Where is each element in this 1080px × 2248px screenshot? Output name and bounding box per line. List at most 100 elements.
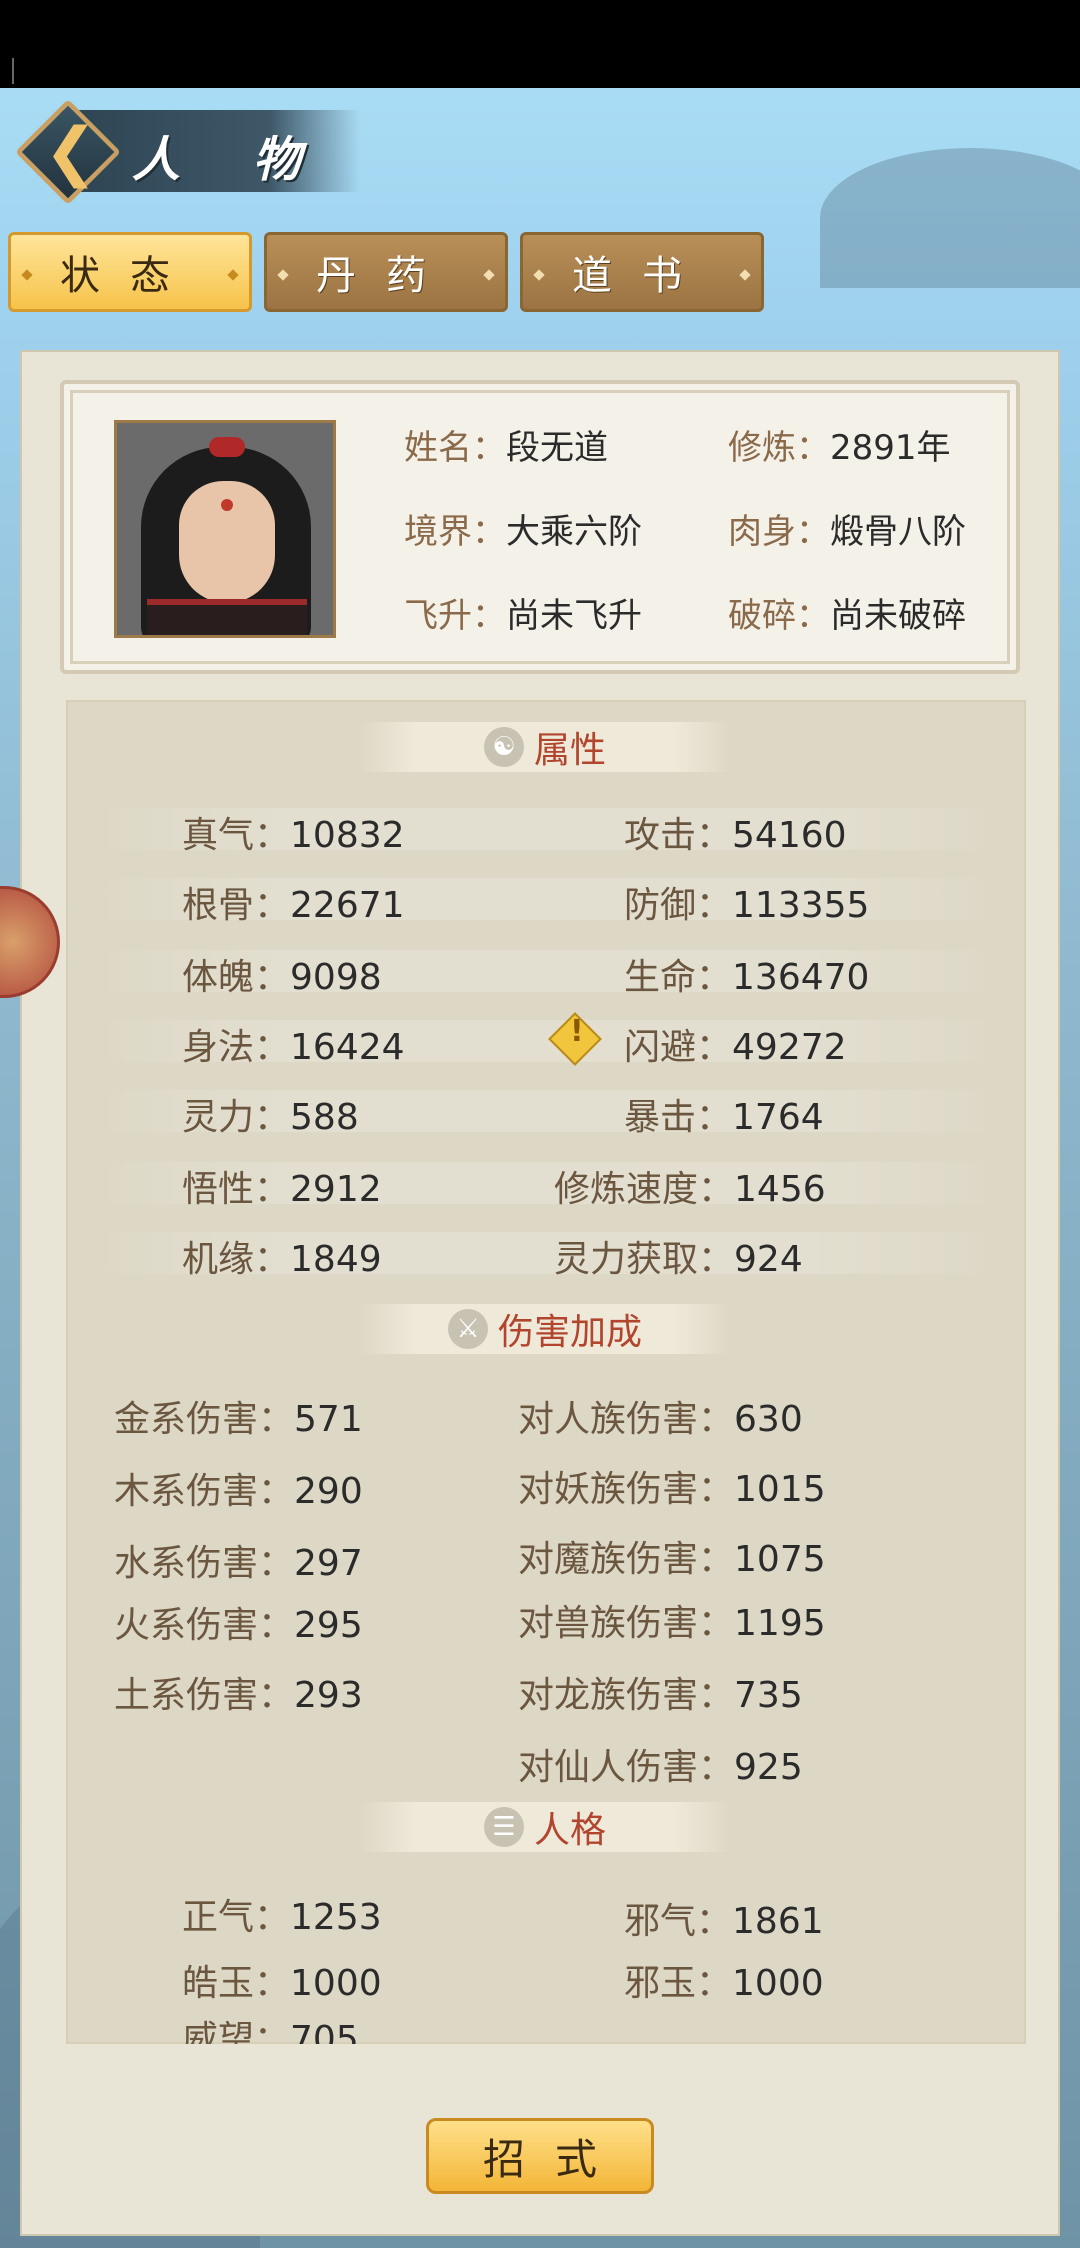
stat-shenfa: 身法：16424 bbox=[182, 1018, 405, 1070]
stat-value: 588 bbox=[290, 1097, 359, 1138]
stat-label: 对妖族伤害： bbox=[518, 1469, 735, 1510]
tab-label: 状态 bbox=[60, 253, 200, 299]
stat-label: 根骨： bbox=[182, 885, 291, 926]
stat-label: 对兽族伤害： bbox=[518, 1603, 735, 1644]
damage-earth: 土系伤害：293 bbox=[114, 1666, 363, 1718]
stat-label: 悟性： bbox=[182, 1169, 291, 1210]
scroll-icon: ☰ bbox=[483, 1807, 524, 1847]
stat-value: 924 bbox=[734, 1239, 803, 1280]
trait-haoyu: 皓玉：1000 bbox=[182, 1954, 382, 2006]
stat-attack: 攻击：54160 bbox=[624, 806, 847, 858]
stat-label: 皓玉： bbox=[182, 1963, 291, 2004]
stat-label: 对魔族伤害： bbox=[518, 1539, 735, 1580]
trait-prestige: 威望：705 bbox=[182, 2010, 359, 2044]
stat-defense: 防御：113355 bbox=[624, 876, 869, 928]
tab-ornament bbox=[21, 269, 33, 281]
stat-value: 705 bbox=[290, 2019, 359, 2044]
stat-label: 攻击： bbox=[624, 815, 733, 856]
tab-ornament bbox=[227, 269, 239, 281]
info-ascension: 飞升：尚未飞升 bbox=[404, 588, 642, 637]
portrait-forehead-mark bbox=[221, 499, 233, 511]
stat-value: 16424 bbox=[290, 1027, 405, 1068]
info-value: 2891年 bbox=[830, 428, 951, 468]
stat-label: 土系伤害： bbox=[114, 1675, 295, 1716]
stat-value: 22671 bbox=[290, 885, 405, 926]
stat-value: 54160 bbox=[732, 815, 847, 856]
info-value: 段无道 bbox=[506, 428, 608, 468]
stat-value: 1456 bbox=[734, 1169, 826, 1210]
trait-xieyu: 邪玉：1000 bbox=[624, 1954, 824, 2006]
stat-dodge: 闪避：49272 bbox=[624, 1018, 847, 1070]
info-label: 修炼： bbox=[728, 428, 830, 468]
info-value: 尚未破碎 bbox=[830, 596, 966, 636]
info-label: 飞升： bbox=[404, 596, 506, 636]
stat-label: 灵力获取： bbox=[554, 1239, 735, 1280]
tab-status[interactable]: 状态 bbox=[8, 232, 252, 312]
stat-value: 571 bbox=[294, 1399, 363, 1440]
stat-value: 925 bbox=[734, 1747, 803, 1788]
stat-value: 1015 bbox=[734, 1469, 826, 1510]
stat-wuxing: 悟性：2912 bbox=[182, 1160, 382, 1212]
stat-label: 对人族伤害： bbox=[518, 1399, 735, 1440]
tab-ornament bbox=[533, 269, 545, 281]
stat-tipo: 体魄：9098 bbox=[182, 948, 382, 1000]
trait-righteous: 正气：1253 bbox=[182, 1888, 382, 1940]
stat-value: 297 bbox=[294, 1543, 363, 1584]
tab-ornament bbox=[277, 269, 289, 281]
stat-zhenqi: 真气：10832 bbox=[182, 806, 405, 858]
section-label: 人格 bbox=[533, 1810, 606, 1851]
page-title: 人 物 bbox=[132, 132, 329, 188]
stat-label: 水系伤害： bbox=[114, 1543, 295, 1584]
tab-ornament bbox=[483, 269, 495, 281]
mountain-shape bbox=[820, 148, 1080, 288]
stat-value: 1075 bbox=[734, 1539, 826, 1580]
info-label: 破碎： bbox=[728, 596, 830, 636]
info-label: 境界： bbox=[404, 512, 506, 552]
stat-value: 1764 bbox=[732, 1097, 824, 1138]
tab-label: 丹药 bbox=[316, 253, 456, 299]
stat-crit: 暴击：1764 bbox=[624, 1088, 824, 1140]
stat-label: 威望： bbox=[182, 2019, 291, 2044]
damage-metal: 金系伤害：571 bbox=[114, 1390, 363, 1442]
stat-value: 2912 bbox=[290, 1169, 382, 1210]
damage-vs-beast: 对兽族伤害：1195 bbox=[518, 1594, 826, 1646]
stat-value: 630 bbox=[734, 1399, 803, 1440]
section-title-damage: ⚔ 伤害加成 bbox=[360, 1304, 730, 1354]
stat-label: 修炼速度： bbox=[554, 1169, 735, 1210]
status-tick bbox=[12, 58, 14, 84]
section-title-personality: ☰ 人格 bbox=[360, 1802, 730, 1852]
section-label: 伤害加成 bbox=[497, 1312, 642, 1353]
stat-value: 49272 bbox=[732, 1027, 847, 1068]
stat-value: 1000 bbox=[732, 1963, 824, 2004]
tab-books[interactable]: 道书 bbox=[520, 232, 764, 312]
stat-value: 295 bbox=[294, 1605, 363, 1646]
damage-vs-demon: 对妖族伤害：1015 bbox=[518, 1460, 826, 1512]
damage-vs-dragon: 对龙族伤害：735 bbox=[518, 1666, 803, 1718]
warning-mark: ! bbox=[570, 1014, 584, 1049]
stat-value: 290 bbox=[294, 1471, 363, 1512]
info-value: 尚未飞升 bbox=[506, 596, 642, 636]
info-label: 姓名： bbox=[404, 428, 506, 468]
stat-lingli: 灵力：588 bbox=[182, 1088, 359, 1140]
stat-value: 1861 bbox=[732, 1901, 824, 1942]
stat-lingli-gain: 灵力获取：924 bbox=[554, 1230, 803, 1282]
info-cultivation: 修炼：2891年 bbox=[728, 420, 951, 469]
stat-value: 1253 bbox=[290, 1897, 382, 1938]
yin-yang-icon: ☯ bbox=[483, 727, 524, 767]
skills-button[interactable]: 招式 bbox=[426, 2118, 654, 2194]
info-value: 煅骨八阶 bbox=[830, 512, 966, 552]
info-label: 肉身： bbox=[728, 512, 830, 552]
stat-cultivation-speed: 修炼速度：1456 bbox=[554, 1160, 826, 1212]
chevron-left-icon[interactable]: ❮ bbox=[44, 116, 98, 188]
tab-pills[interactable]: 丹药 bbox=[264, 232, 508, 312]
damage-water: 水系伤害：297 bbox=[114, 1534, 363, 1586]
stat-value: 1195 bbox=[734, 1603, 826, 1644]
stat-hp: 生命：136470 bbox=[624, 948, 869, 1000]
damage-vs-devil: 对魔族伤害：1075 bbox=[518, 1530, 826, 1582]
crossed-swords-icon: ⚔ bbox=[447, 1309, 488, 1349]
character-portrait bbox=[114, 420, 336, 638]
trait-evil: 邪气：1861 bbox=[624, 1892, 824, 1944]
stat-label: 体魄： bbox=[182, 957, 291, 998]
stat-label: 正气： bbox=[182, 1897, 291, 1938]
stat-value: 735 bbox=[734, 1675, 803, 1716]
